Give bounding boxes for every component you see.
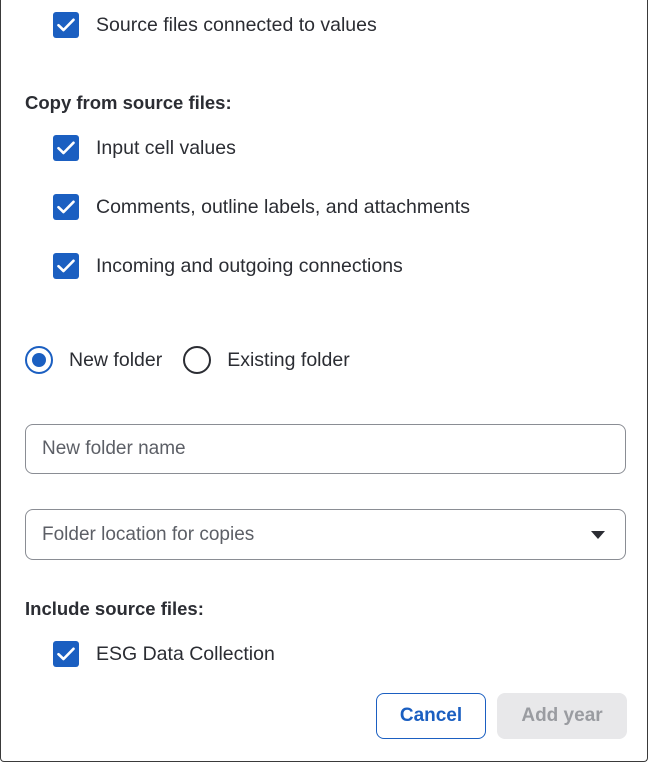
checkmark-icon <box>57 259 75 273</box>
esg-data-collection-checkbox[interactable] <box>53 641 79 667</box>
radio-selected-dot <box>32 353 46 367</box>
comments-label: Comments, outline labels, and attachment… <box>96 195 470 218</box>
checkmark-icon <box>57 647 75 661</box>
source-connected-option[interactable]: Source files connected to values <box>53 12 377 38</box>
checkmark-icon <box>57 200 75 214</box>
connections-checkbox[interactable] <box>53 253 79 279</box>
source-connected-label: Source files connected to values <box>96 13 377 36</box>
connections-label: Incoming and outgoing connections <box>96 254 403 277</box>
copy-option-input-cell-values[interactable]: Input cell values <box>53 135 236 161</box>
cancel-button[interactable]: Cancel <box>376 693 486 739</box>
include-section-title: Include source files: <box>25 598 204 619</box>
folder-location-placeholder: Folder location for copies <box>42 523 255 545</box>
add-year-dialog: Source files connected to values Copy fr… <box>0 0 648 762</box>
add-year-button[interactable]: Add year <box>497 693 627 739</box>
include-option-esg[interactable]: ESG Data Collection <box>53 641 275 667</box>
copy-option-connections[interactable]: Incoming and outgoing connections <box>53 253 403 279</box>
source-connected-checkbox[interactable] <box>53 12 79 38</box>
checkmark-icon <box>57 18 75 32</box>
new-folder-name-input[interactable] <box>25 424 626 474</box>
copy-section-title: Copy from source files: <box>25 92 232 113</box>
folder-choice-group: New folder Existing folder <box>25 346 350 374</box>
input-cell-values-checkbox[interactable] <box>53 135 79 161</box>
new-folder-label[interactable]: New folder <box>69 349 162 372</box>
copy-option-comments[interactable]: Comments, outline labels, and attachment… <box>53 194 470 220</box>
folder-location-select[interactable]: Folder location for copies <box>25 509 626 560</box>
existing-folder-label[interactable]: Existing folder <box>227 349 349 372</box>
dropdown-caret-icon <box>591 530 605 539</box>
esg-data-collection-label: ESG Data Collection <box>96 642 275 665</box>
input-cell-values-label: Input cell values <box>96 136 236 159</box>
existing-folder-radio[interactable] <box>183 346 212 374</box>
new-folder-radio[interactable] <box>25 346 53 374</box>
comments-checkbox[interactable] <box>53 194 79 220</box>
checkmark-icon <box>57 141 75 155</box>
